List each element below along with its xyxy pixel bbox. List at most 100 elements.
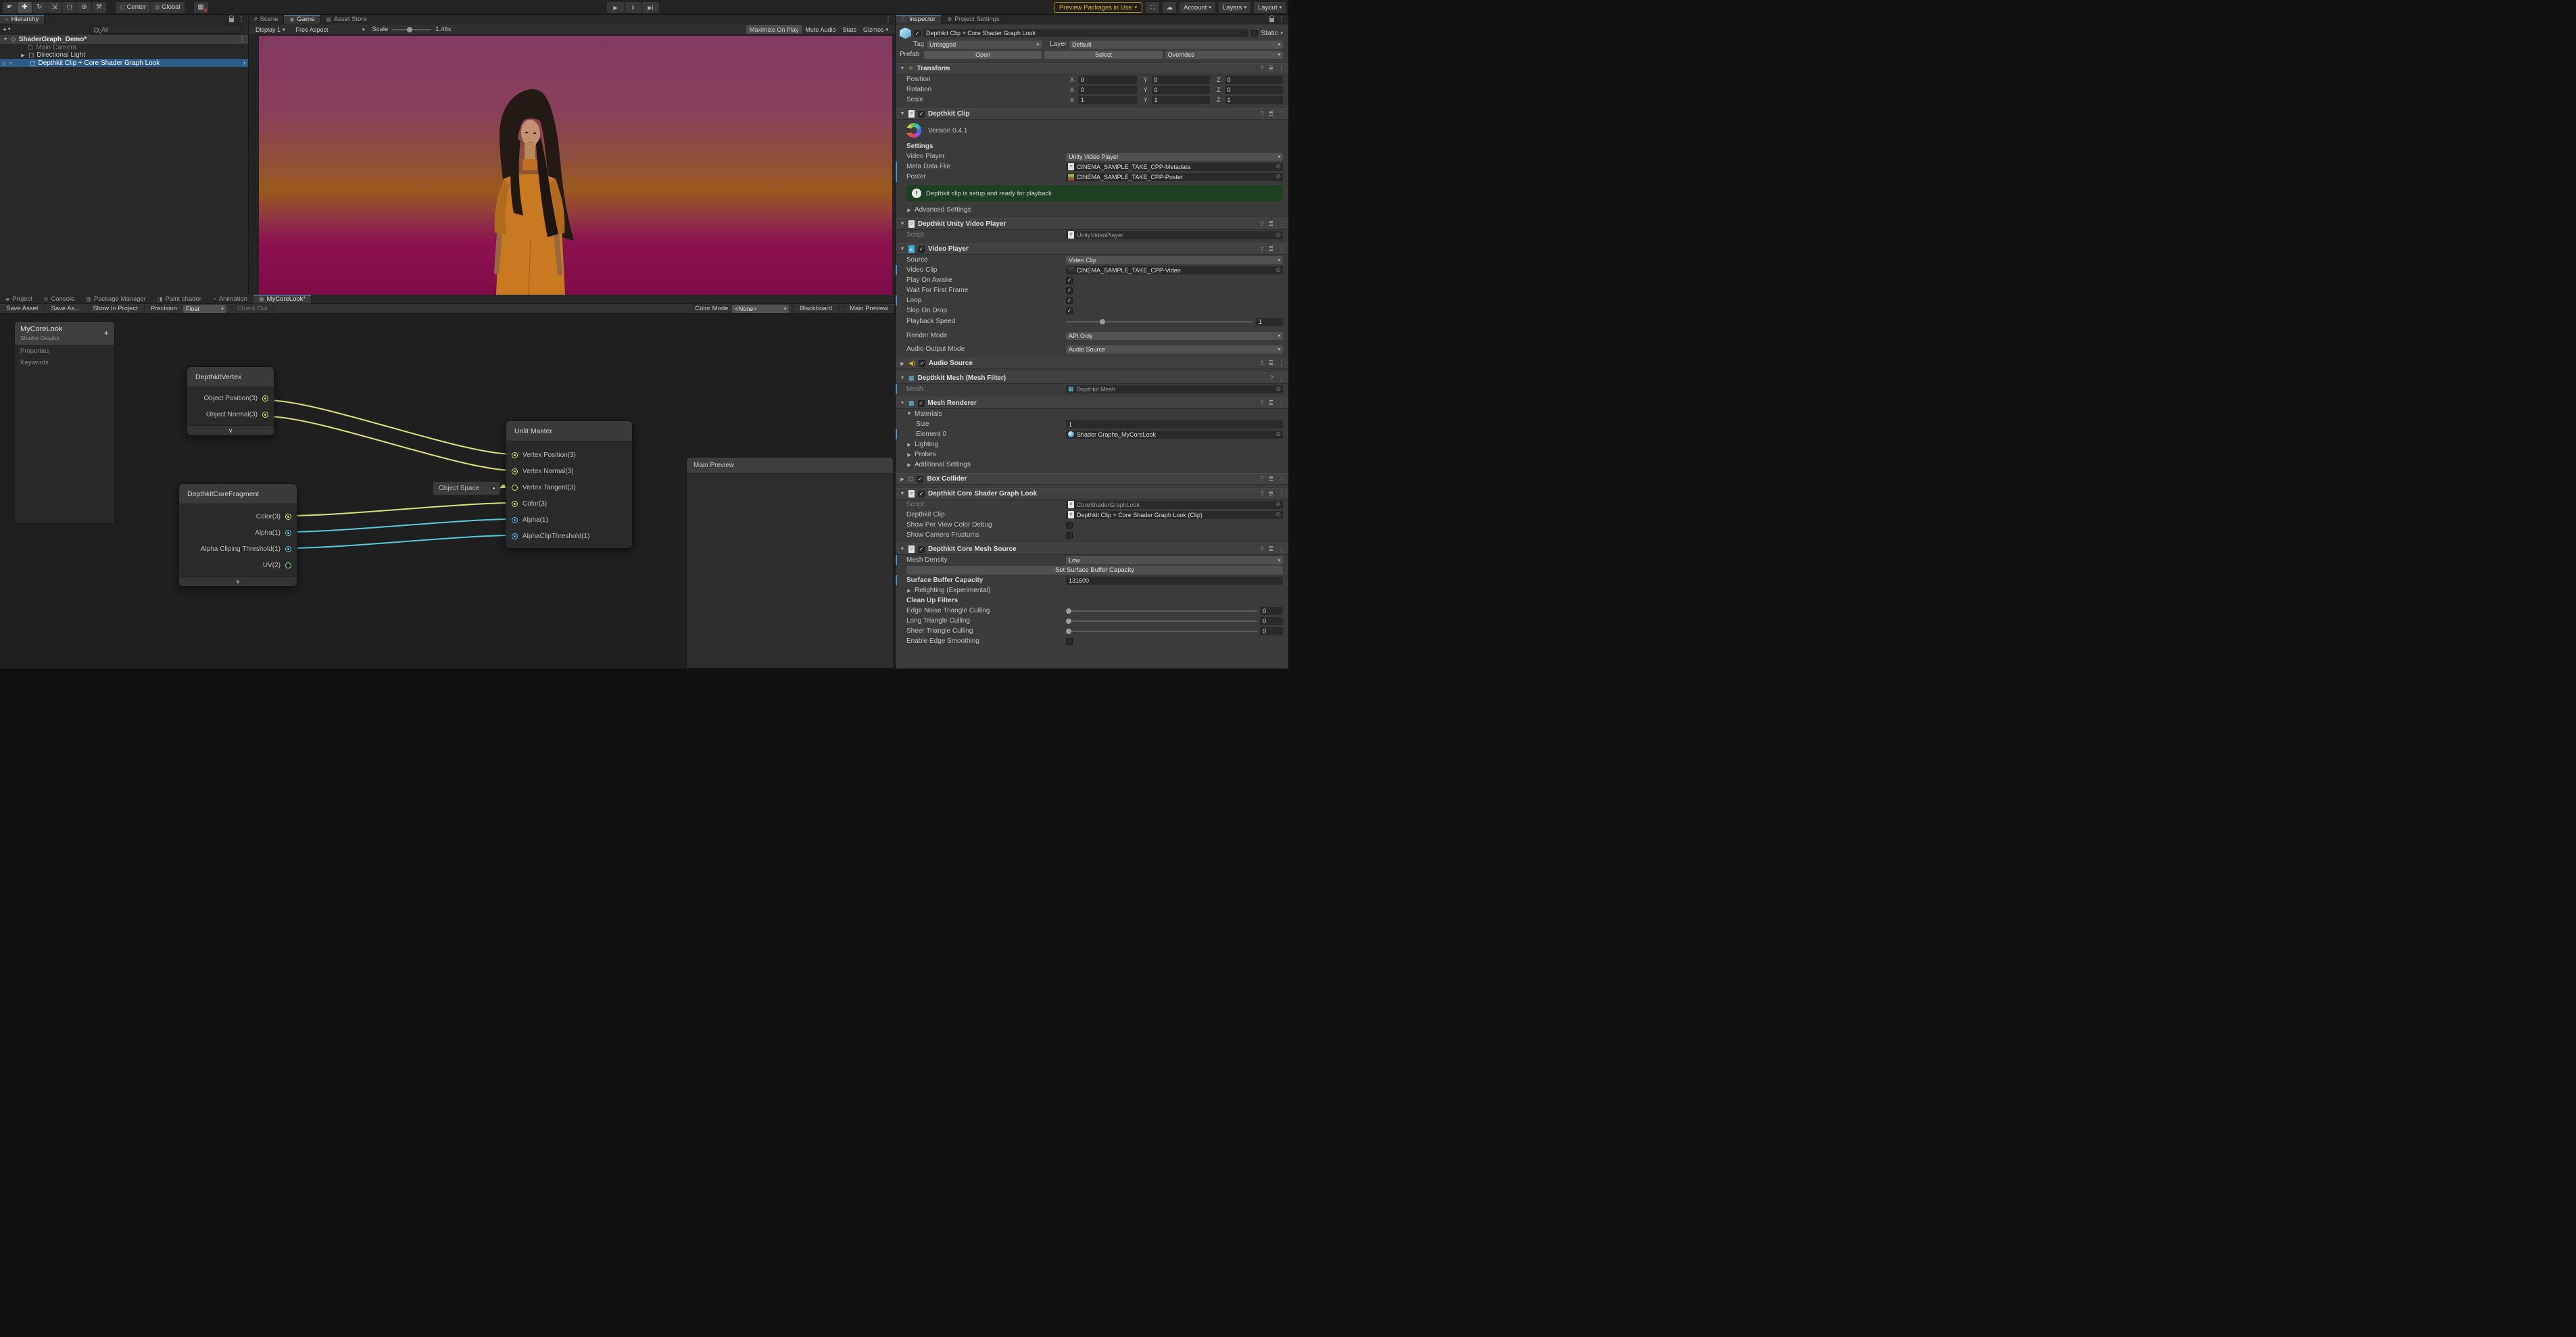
- component-header-mesh-renderer[interactable]: ▼▦✓Mesh Renderer ?≣⋮: [896, 397, 1288, 409]
- input-port[interactable]: [512, 485, 518, 491]
- edge-noise-field[interactable]: 0: [1260, 607, 1283, 615]
- move-tool-icon[interactable]: ✚: [18, 2, 32, 13]
- position-z-field[interactable]: 0: [1225, 76, 1283, 84]
- account-dropdown[interactable]: Account▾: [1180, 2, 1215, 13]
- materials-foldout[interactable]: ▼Materials: [896, 409, 1288, 419]
- output-port[interactable]: [285, 562, 291, 568]
- video-player-dropdown[interactable]: Unity Video Player▾: [1066, 153, 1283, 161]
- set-surface-buffer-button[interactable]: Set Surface Buffer Capacity: [906, 566, 1283, 575]
- tag-dropdown[interactable]: Untagged▾: [927, 41, 1042, 49]
- hierarchy-item-directional-light[interactable]: ▶ ◻Directional Light: [0, 51, 248, 59]
- enabled-checkbox[interactable]: ✓: [917, 476, 923, 483]
- blackboard-toggle[interactable]: Blackboard: [793, 304, 839, 314]
- tab-console[interactable]: ≣Console: [39, 295, 81, 303]
- component-header-box-collider[interactable]: ▶◻✓Box Collider ?≣⋮: [896, 473, 1288, 485]
- audio-output-dropdown[interactable]: Audio Source▾: [1066, 345, 1283, 354]
- prefab-overrides-dropdown[interactable]: Overrides▾: [1165, 51, 1283, 59]
- kebab-icon[interactable]: ⋮: [238, 16, 245, 23]
- tab-animation[interactable]: ◔Animation: [208, 295, 253, 303]
- scale-slider[interactable]: [392, 29, 431, 30]
- check-out-button[interactable]: Check Out: [230, 304, 274, 314]
- rotation-y-field[interactable]: 0: [1152, 86, 1210, 94]
- fold-open-icon[interactable]: ▼: [3, 37, 8, 42]
- graph-canvas[interactable]: MyCoreLook Shader Graphs + Properties Ke…: [0, 314, 895, 668]
- component-header-depthkit-clip[interactable]: ▼#✓Depthkit Clip ?≣⋮: [896, 108, 1288, 120]
- rotation-z-field[interactable]: 0: [1225, 86, 1283, 94]
- tab-game[interactable]: ◉Game: [284, 15, 320, 24]
- playback-speed-field[interactable]: 1: [1256, 318, 1283, 326]
- input-port[interactable]: [512, 468, 518, 475]
- kebab-icon[interactable]: ⋮: [239, 36, 245, 43]
- active-checkbox[interactable]: ✓: [914, 30, 921, 37]
- sheer-triangle-field[interactable]: 0: [1260, 627, 1283, 635]
- component-header-video-player[interactable]: ▼▸✓Video Player ?≣⋮: [896, 243, 1288, 255]
- hierarchy-item-depthkit-clip[interactable]: ◉ ☛ ◻ Depthkit Clip + Core Shader Graph …: [0, 59, 248, 67]
- chevron-right-icon[interactable]: ›: [243, 59, 245, 67]
- tab-paint-shader[interactable]: ◨Paint shader: [152, 295, 208, 303]
- layout-dropdown[interactable]: Layout▾: [1254, 2, 1286, 13]
- scale-z-field[interactable]: 1: [1225, 96, 1283, 104]
- node-collapse-chevron[interactable]: ∨: [179, 576, 297, 586]
- component-header-depthkit-unity-video-player[interactable]: ▼#Depthkit Unity Video Player ?≣⋮: [896, 218, 1288, 230]
- loop-checkbox[interactable]: ✓: [1066, 297, 1073, 304]
- main-preview-toggle[interactable]: Main Preview: [843, 304, 894, 314]
- help-icon[interactable]: ?: [1260, 65, 1263, 72]
- enabled-checkbox[interactable]: ✓: [919, 360, 925, 367]
- edge-smoothing-checkbox[interactable]: [1066, 638, 1073, 645]
- object-picker-icon[interactable]: ⊙: [1275, 511, 1281, 518]
- rect-tool-icon[interactable]: ◻: [62, 2, 76, 13]
- preview-packages-button[interactable]: Preview Packages in Use▾: [1054, 2, 1142, 13]
- static-checkbox[interactable]: [1251, 30, 1258, 37]
- create-menu[interactable]: +▾: [3, 26, 10, 34]
- input-port[interactable]: [512, 533, 518, 539]
- save-as-button[interactable]: Save As...: [45, 304, 87, 314]
- show-in-project-button[interactable]: Show In Project: [87, 304, 145, 314]
- debug-icon[interactable]: ∷: [1146, 2, 1159, 13]
- main-preview-window[interactable]: Main Preview: [686, 457, 894, 668]
- add-property-button[interactable]: +: [103, 328, 109, 338]
- orientation-toggle[interactable]: ◍Global: [151, 2, 184, 13]
- component-header-core-shader-graph-look[interactable]: ▼#✓Depthkit Core Shader Graph Look ?≣⋮: [896, 488, 1288, 500]
- output-port[interactable]: [285, 514, 291, 520]
- slider-handle[interactable]: [1066, 608, 1071, 614]
- kebab-icon[interactable]: ⋮: [885, 16, 892, 23]
- enabled-checkbox[interactable]: ✓: [918, 546, 925, 553]
- tab-package-manager[interactable]: ▥Package Manager: [80, 295, 152, 303]
- output-port[interactable]: [262, 395, 268, 402]
- hand-tool-icon[interactable]: ☛: [3, 2, 17, 13]
- step-button[interactable]: ▶|: [642, 2, 659, 13]
- display-dropdown[interactable]: Display 1▾: [252, 25, 289, 34]
- materials-size-field[interactable]: 1: [1066, 420, 1283, 429]
- gizmos-dropdown[interactable]: Gizmos▾: [860, 25, 892, 34]
- component-header-audio-source[interactable]: ▶◀)✓Audio Source ?≣⋮: [896, 358, 1288, 369]
- node-collapse-chevron[interactable]: ∨: [187, 425, 274, 435]
- object-picker-icon[interactable]: ⊙: [1275, 266, 1281, 274]
- layer-dropdown[interactable]: Default▾: [1069, 41, 1283, 49]
- lighting-foldout[interactable]: ▶Lighting: [896, 439, 1288, 449]
- hierarchy-item-main-camera[interactable]: ◻Main Camera: [0, 44, 248, 51]
- static-dropdown-icon[interactable]: ▾: [1280, 30, 1283, 36]
- prefab-select-button[interactable]: Select: [1044, 51, 1162, 59]
- preset-icon[interactable]: ≣: [1268, 65, 1273, 72]
- lock-icon[interactable]: [229, 18, 234, 22]
- pick-icon[interactable]: ☛: [9, 60, 14, 66]
- position-y-field[interactable]: 0: [1152, 76, 1210, 84]
- component-header-transform[interactable]: ▼✛Transform ?≣⋮: [896, 63, 1288, 74]
- camera-frustums-checkbox[interactable]: [1066, 532, 1073, 539]
- object-picker-icon[interactable]: ⊙: [1275, 431, 1281, 438]
- object-picker-icon[interactable]: ⊙: [1275, 163, 1281, 170]
- kebab-icon[interactable]: ⋮: [1278, 16, 1285, 23]
- gameobject-name-field[interactable]: Depthkit Clip + Core Shader Graph Look: [923, 29, 1248, 37]
- blackboard-section-properties[interactable]: Properties: [15, 345, 114, 357]
- prefab-open-button[interactable]: Open: [924, 51, 1042, 59]
- edge-noise-slider[interactable]: [1066, 610, 1257, 612]
- probes-foldout[interactable]: ▶Probes: [896, 449, 1288, 460]
- search-input[interactable]: All: [89, 26, 241, 34]
- position-x-field[interactable]: 0: [1078, 76, 1136, 84]
- long-triangle-field[interactable]: 0: [1260, 617, 1283, 625]
- additional-settings-foldout[interactable]: ▶Additional Settings: [896, 460, 1288, 470]
- node-depthkit-vertex[interactable]: DepthkitVertex Object Position(3) Object…: [187, 366, 274, 436]
- component-header-mesh-filter[interactable]: ▼▦Depthkit Mesh (Mesh Filter) ?⋮: [896, 372, 1288, 384]
- maximize-on-play-button[interactable]: Maximize On Play: [746, 25, 802, 34]
- tangent-space-selector[interactable]: Object Space: [433, 481, 500, 495]
